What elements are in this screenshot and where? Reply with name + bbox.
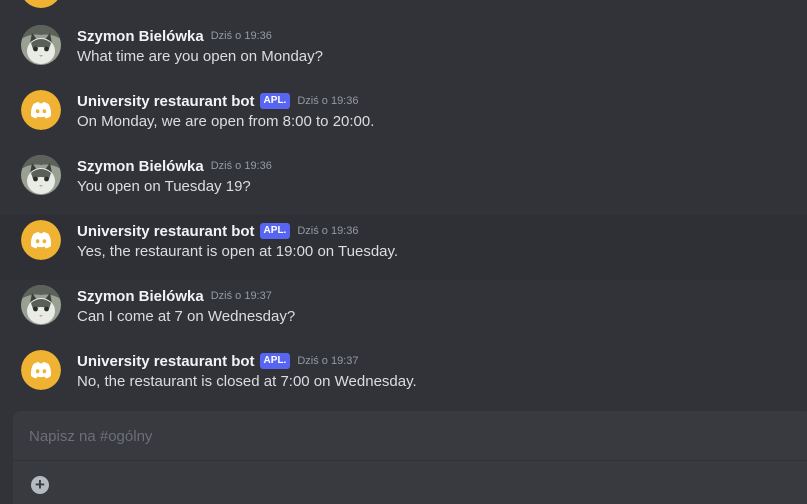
previous-message-avatar	[20, 0, 62, 8]
app-badge: APL.	[259, 93, 291, 109]
timestamp: Dziś o 19:37	[210, 290, 272, 302]
message-text: Can I come at 7 on Wednesday?	[77, 308, 296, 325]
composer-divider	[13, 460, 807, 461]
timestamp: Dziś o 19:36	[297, 95, 359, 107]
message-input[interactable]: Napisz na #ogólny	[29, 428, 152, 445]
message: Szymon Bielówka Dziś o 19:36 You open on…	[0, 150, 807, 215]
message: Szymon Bielówka Dziś o 19:36 What time a…	[0, 20, 807, 85]
app-badge: APL.	[259, 353, 291, 369]
author-name[interactable]: University restaurant bot	[77, 93, 255, 110]
message-header: Szymon Bielówka Dziś o 19:37	[77, 286, 272, 306]
discord-logo-icon	[21, 90, 61, 130]
cat-photo-icon	[21, 155, 61, 195]
discord-logo-icon	[21, 220, 61, 260]
cat-photo-icon	[21, 25, 61, 65]
user-avatar[interactable]	[21, 285, 61, 325]
cat-photo-icon	[21, 285, 61, 325]
discord-logo-icon	[21, 350, 61, 390]
message-text: Yes, the restaurant is open at 19:00 on …	[77, 243, 399, 260]
author-name[interactable]: University restaurant bot	[77, 223, 255, 240]
user-avatar[interactable]	[21, 155, 61, 195]
timestamp: Dziś o 19:36	[210, 30, 272, 42]
message-composer: Napisz na #ogólny +	[13, 411, 807, 504]
app-badge: APL.	[259, 223, 291, 239]
timestamp: Dziś o 19:36	[297, 225, 359, 237]
plus-circle-icon[interactable]: +	[31, 476, 49, 494]
bot-avatar[interactable]	[21, 90, 61, 130]
message-text: You open on Tuesday 19?	[77, 178, 251, 195]
author-name[interactable]: University restaurant bot	[77, 353, 255, 370]
message-text: No, the restaurant is closed at 7:00 on …	[77, 373, 417, 390]
timestamp: Dziś o 19:37	[297, 355, 359, 367]
message-header: Szymon Bielówka Dziś o 19:36	[77, 156, 272, 176]
message-header: University restaurant bot APL. Dziś o 19…	[77, 221, 358, 241]
message: University restaurant bot APL. Dziś o 19…	[0, 345, 807, 410]
bot-avatar[interactable]	[21, 220, 61, 260]
message: University restaurant bot APL. Dziś o 19…	[0, 215, 807, 280]
user-avatar[interactable]	[21, 25, 61, 65]
message-text: On Monday, we are open from 8:00 to 20:0…	[77, 113, 375, 130]
author-name[interactable]: Szymon Bielówka	[77, 28, 204, 45]
author-name[interactable]: Szymon Bielówka	[77, 158, 204, 175]
message-header: Szymon Bielówka Dziś o 19:36	[77, 26, 272, 46]
message-header: University restaurant bot APL. Dziś o 19…	[77, 91, 358, 111]
message: University restaurant bot APL. Dziś o 19…	[0, 85, 807, 150]
message-text: What time are you open on Monday?	[77, 48, 323, 65]
author-name[interactable]: Szymon Bielówka	[77, 288, 204, 305]
timestamp: Dziś o 19:36	[210, 160, 272, 172]
message-list: Szymon Bielówka Dziś o 19:36 What time a…	[0, 20, 807, 410]
message-header: University restaurant bot APL. Dziś o 19…	[77, 351, 358, 371]
message: Szymon Bielówka Dziś o 19:37 Can I come …	[0, 280, 807, 345]
chat-window: Szymon Bielówka Dziś o 19:36 What time a…	[0, 0, 807, 504]
bot-avatar[interactable]	[21, 350, 61, 390]
